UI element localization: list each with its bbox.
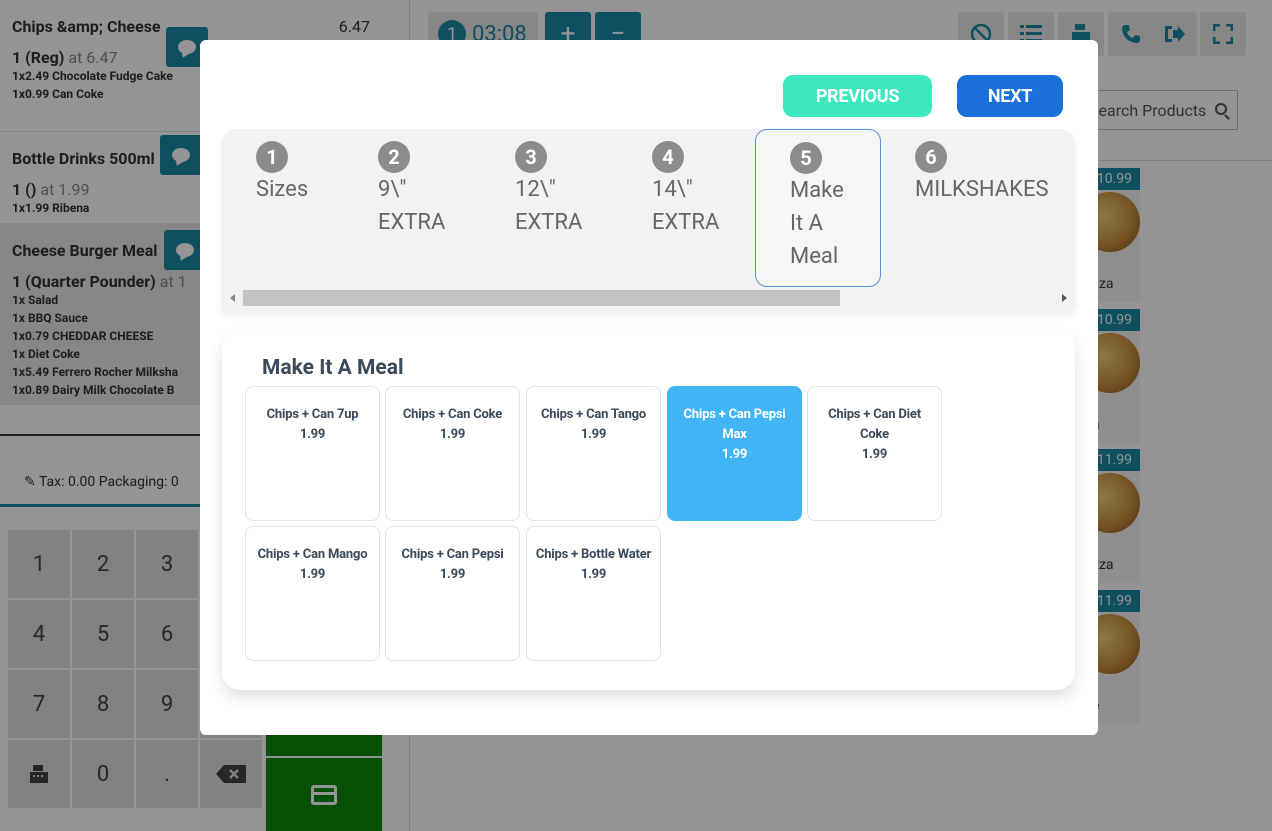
step-label: Sizes [256,177,309,202]
option-price: 1.99 [439,567,466,582]
option-chips-can-coke[interactable]: Chips + Can Coke 1.99 [385,386,520,521]
option-chips-can-7up[interactable]: Chips + Can 7up 1.99 [245,386,380,521]
step-label: MILKSHAKES [915,177,1049,202]
step-label: Make It A Meal [790,178,844,269]
option-name: Chips + Can Coke [402,407,503,422]
options-panel: Make It A Meal Chips + Can 7up 1.99 Chip… [222,330,1075,690]
option-price: 1.99 [439,427,466,442]
option-chips-bottle-water[interactable]: Chips + Bottle Water 1.99 [526,526,661,661]
step-tab-make-it-a-meal[interactable]: 5 Make It A Meal [755,129,881,287]
option-chips-can-tango[interactable]: Chips + Can Tango 1.99 [526,386,661,521]
horizontal-scrollbar[interactable] [222,289,1075,307]
step-number: 3 [515,141,547,173]
step-number: 1 [256,141,288,173]
option-name: Chips + Can Tango [540,407,647,422]
option-price: 1.99 [299,567,326,582]
option-name: Chips + Can Pepsi [401,547,504,562]
option-chips-can-pepsi-max[interactable]: Chips + Can Pepsi Max 1.99 [667,386,802,521]
scroll-right-icon[interactable] [1062,294,1067,302]
option-price: 1.99 [580,427,607,442]
meal-options-modal: PREVIOUS NEXT 1 Sizes 2 9\" EXTRA 3 12\"… [200,40,1098,735]
step-number: 5 [790,142,822,174]
step-number: 6 [915,141,947,173]
step-tab-milkshakes[interactable]: 6 MILKSHAKES [915,129,1075,287]
scroll-left-icon[interactable] [230,294,235,302]
option-name: Chips + Can Mango [257,547,368,562]
option-name: Chips + Can Diet Coke [828,407,921,442]
section-title: Make It A Meal [262,356,404,380]
scroll-thumb[interactable] [243,290,840,306]
step-label: 12\" EXTRA [515,177,583,235]
option-name: Chips + Can 7up [266,407,359,422]
option-chips-can-diet-coke[interactable]: Chips + Can Diet Coke 1.99 [807,386,942,521]
step-tab-12-extra[interactable]: 3 12\" EXTRA [515,129,605,287]
next-button[interactable]: NEXT [957,75,1063,117]
step-tabs: 1 Sizes 2 9\" EXTRA 3 12\" EXTRA 4 14\" … [222,129,1075,309]
step-number: 4 [652,141,684,173]
step-label: 14\" EXTRA [652,177,720,235]
option-price: 1.99 [721,447,748,462]
option-chips-can-mango[interactable]: Chips + Can Mango 1.99 [245,526,380,661]
option-price: 1.99 [861,447,888,462]
option-price: 1.99 [299,427,326,442]
step-tab-14-extra[interactable]: 4 14\" EXTRA [652,129,742,287]
option-chips-can-pepsi[interactable]: Chips + Can Pepsi 1.99 [385,526,520,661]
step-number: 2 [378,141,410,173]
option-name: Chips + Can Pepsi Max [683,407,786,442]
previous-button[interactable]: PREVIOUS [783,75,932,117]
step-label: 9\" EXTRA [378,177,446,235]
step-tab-sizes[interactable]: 1 Sizes [256,129,356,287]
option-price: 1.99 [580,567,607,582]
option-name: Chips + Bottle Water [535,547,652,562]
step-tab-9-extra[interactable]: 2 9\" EXTRA [378,129,468,287]
